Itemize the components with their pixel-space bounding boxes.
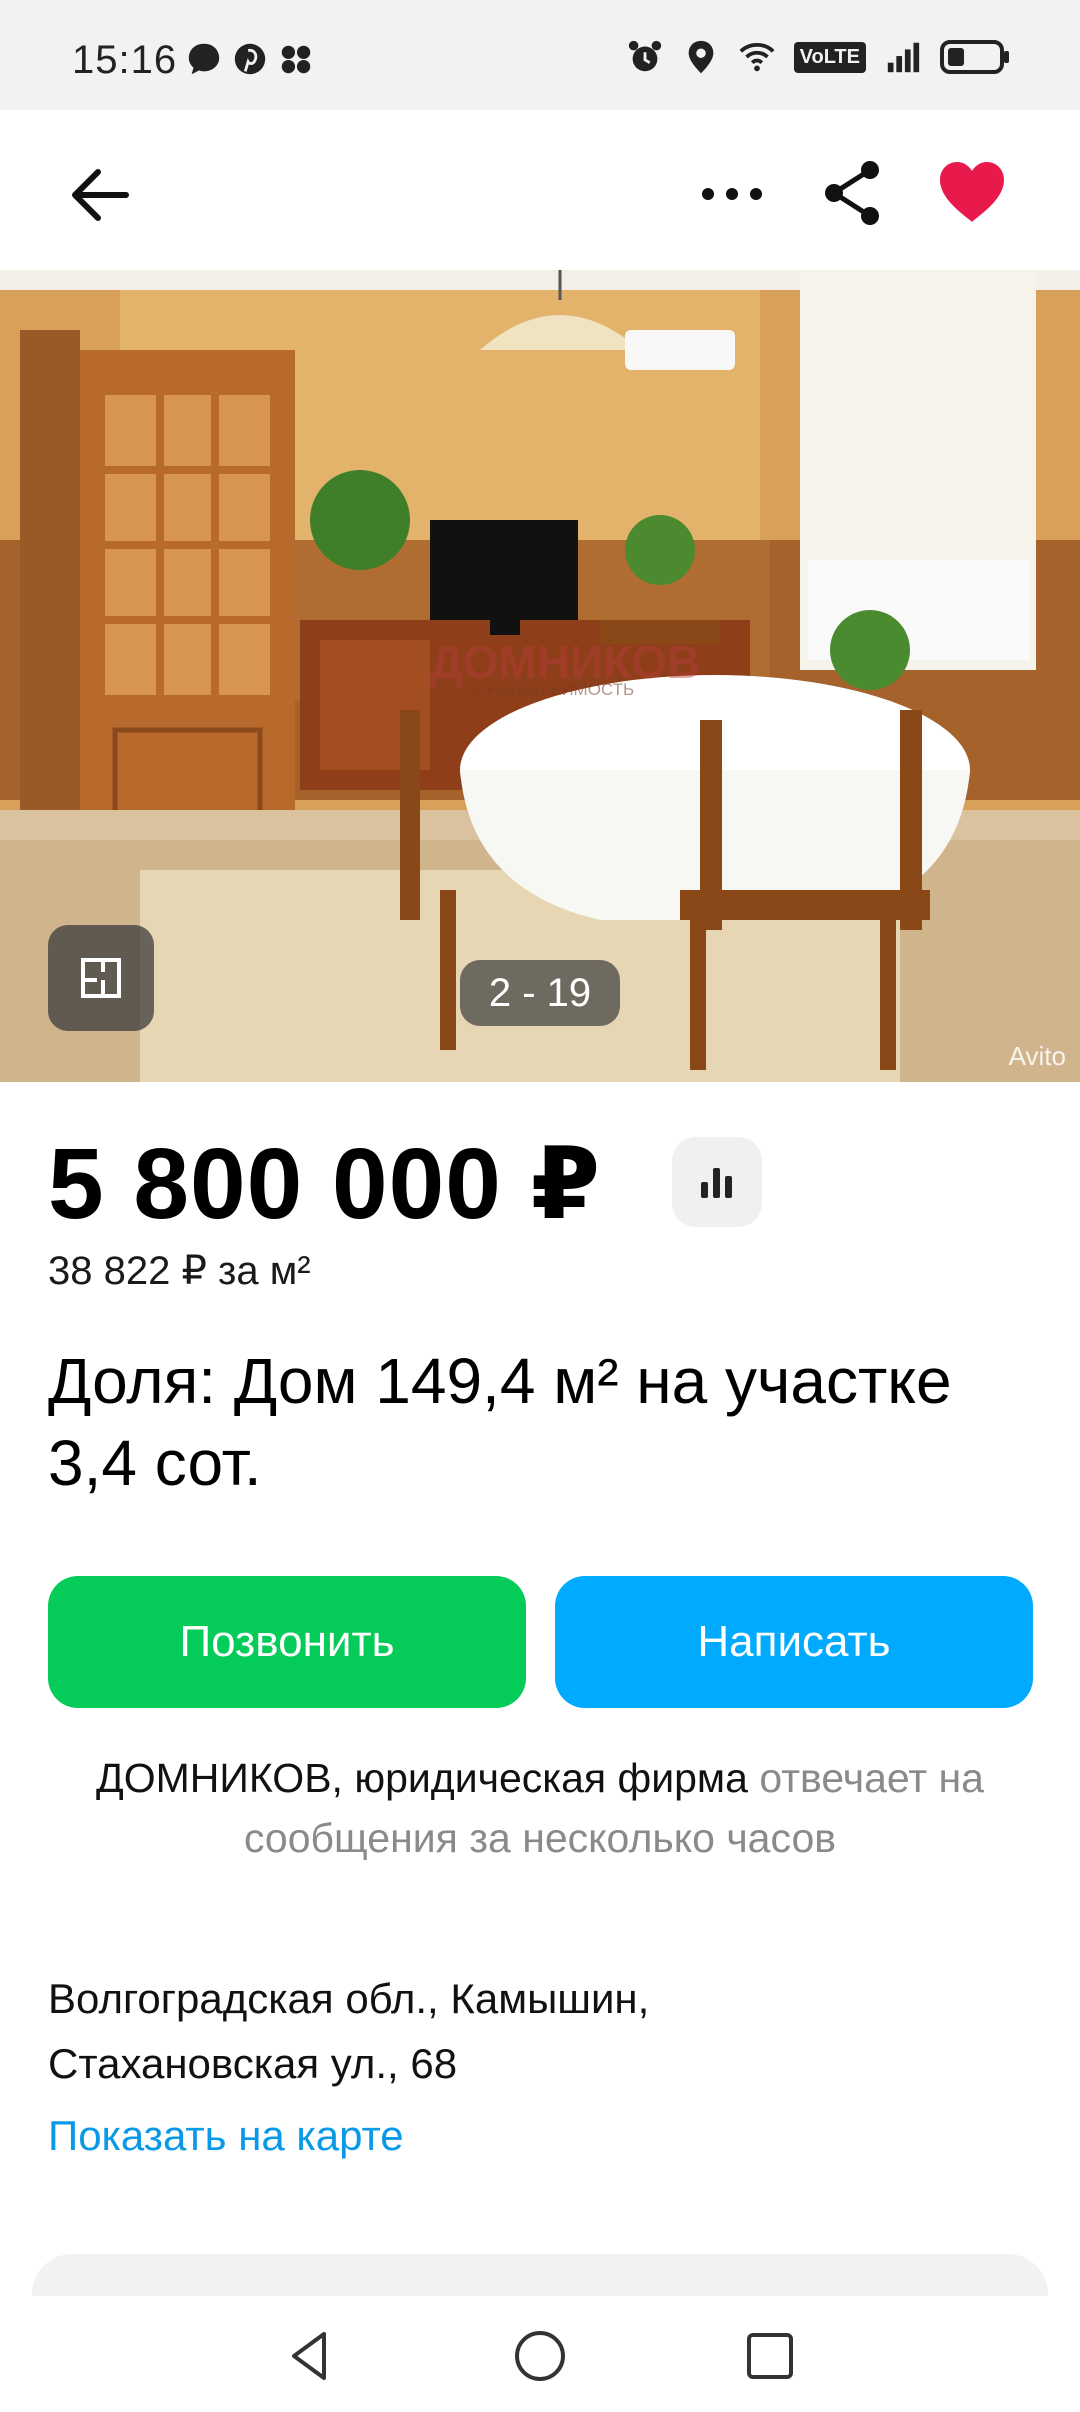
heart-icon[interactable] — [936, 158, 1008, 228]
photo-counter: 2 - 19 — [460, 960, 620, 1026]
volte-icon: VoLTE — [793, 41, 866, 73]
system-icons: VoLTE — [626, 38, 1010, 76]
volte-label: VoLTE — [799, 45, 860, 68]
arrow-left-icon[interactable] — [66, 160, 136, 230]
system-nav-bar — [0, 2296, 1080, 2412]
status-bar: 15:16 VoLTE — [0, 0, 1080, 110]
nav-recents-icon[interactable] — [740, 2326, 800, 2386]
photo-gallery[interactable]: ДОМНИКОВ И НЕДВИЖИМОСТЬ 2 - 19 Avito — [0, 270, 1080, 1082]
address-line-2: Стахановская ул., 68 — [48, 2040, 458, 2087]
watermark-subtitle: И НЕДВИЖИМОСТЬ — [470, 680, 635, 699]
avito-watermark: Avito — [1008, 1041, 1066, 1071]
more-dots-icon[interactable] — [694, 164, 770, 224]
status-time: 15:16 — [72, 38, 178, 82]
notification-icons — [185, 40, 315, 78]
price-per-m2: 38 822 ₽ за м² — [48, 1249, 311, 1293]
signal-icon — [887, 42, 920, 73]
show-on-map-link[interactable]: Показать на карте — [48, 2112, 404, 2160]
call-button[interactable]: Позвонить — [48, 1576, 526, 1708]
share-icon[interactable] — [820, 158, 886, 228]
write-button[interactable]: Написать — [555, 1576, 1033, 1708]
listing-address: Волгоградская обл., Камышин, Стахановска… — [48, 1966, 1028, 2096]
listing-price: 5 800 000 ₽ — [48, 1128, 602, 1240]
price-stats-button[interactable] — [672, 1137, 762, 1227]
seller-name: ДОМНИКОВ, юридическая фирма — [95, 1755, 748, 1801]
seller-response-note: ДОМНИКОВ, юридическая фирма отвечает на … — [40, 1748, 1040, 1868]
floor-plan-button[interactable] — [48, 925, 154, 1031]
pinterest-icon — [234, 43, 266, 75]
listing-title: Доля: Дом 149,4 м² на участке 3,4 сот. — [48, 1345, 952, 1499]
nav-home-icon[interactable] — [510, 2326, 570, 2386]
chat-bubble-icon — [188, 43, 220, 75]
address-line-1: Волгоградская обл., Камышин, — [48, 1975, 650, 2022]
app-bar — [0, 110, 1080, 270]
location-icon — [688, 40, 713, 74]
floor-plan-icon — [81, 958, 121, 998]
wifi-icon — [739, 42, 775, 72]
bar-chart-icon — [701, 1168, 732, 1198]
battery-icon — [940, 40, 1009, 74]
app-cluster-icon — [281, 45, 311, 74]
alarm-icon — [628, 40, 661, 72]
nav-back-icon[interactable] — [280, 2326, 340, 2386]
